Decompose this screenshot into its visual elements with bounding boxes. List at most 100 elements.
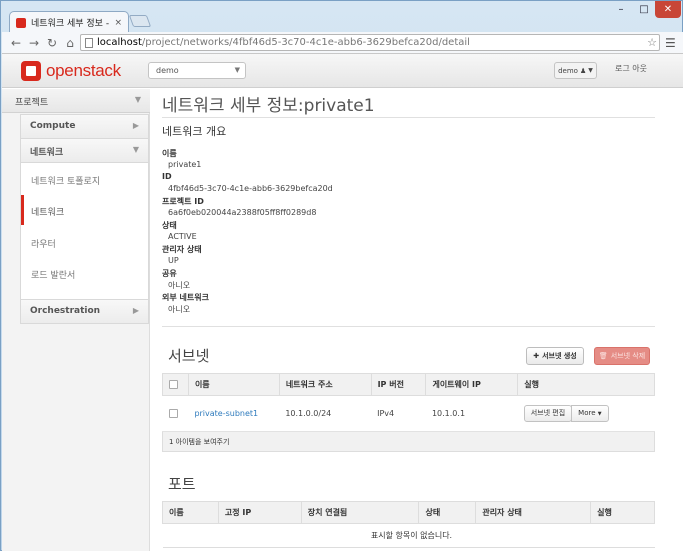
user-menu-button[interactable]: demo ♟ ▼ (554, 62, 597, 79)
more-actions-label: More (578, 409, 596, 417)
column-header: 실행 (590, 501, 655, 524)
sidebar-item-routers[interactable]: 라우터 (21, 227, 148, 257)
row-checkbox[interactable] (168, 409, 178, 418)
openstack-logo[interactable]: openstack (21, 61, 121, 81)
column-header[interactable]: IP 버전 (370, 373, 427, 396)
detail-term-status: 상태 (162, 221, 177, 230)
project-selector[interactable]: demo ▼ (148, 62, 246, 79)
detail-value-name: private1 (168, 160, 202, 169)
close-window-button[interactable]: ✕ (655, 1, 681, 18)
subnets-heading: 서브넷 (168, 347, 210, 365)
select-all-checkbox[interactable] (169, 380, 178, 389)
logo-text: openstack (46, 61, 121, 80)
item-count: 1 아이템을 보여주기 (162, 431, 655, 452)
browser-toolbar: ← → ↻ ⌂ localhost /project/networks/4fbf… (2, 32, 683, 54)
user-menu-label: demo (558, 66, 578, 75)
page-icon (85, 37, 93, 48)
create-subnet-button[interactable]: ✚ 서브넷 생성 (526, 347, 584, 365)
sidebar-project-label: 프로젝트 (15, 98, 49, 108)
detail-value-project-id: 6a6f0eb020044a2388f05ff8ff0289d8 (168, 208, 317, 217)
table-row: 표시할 항목이 없습니다. (162, 523, 655, 548)
chevron-down-icon: ▼ (588, 67, 593, 74)
detail-term-external: 외부 네트워크 (162, 293, 209, 302)
page-content: openstack demo ▼ demo ♟ ▼ 로그 아웃 프로젝트 ▼ C… (2, 54, 683, 551)
plus-icon: ✚ (533, 352, 540, 360)
delete-subnets-label: 서브넷 삭제 (610, 352, 646, 360)
project-selector-value: demo (156, 66, 179, 75)
subnet-cidr-cell: 10.1.0.0/24 (279, 395, 372, 432)
table-header-row: 이름 고정 IP 장치 연결됨 상태 관리자 상태 실행 (162, 501, 655, 524)
chevron-right-icon: ▶ (132, 121, 139, 130)
ports-heading: 포트 (168, 475, 196, 493)
detail-term-name: 이름 (162, 149, 177, 158)
new-tab-button[interactable] (128, 15, 152, 27)
trash-icon: 🗑 (598, 352, 608, 360)
detail-term-project-id: 프로젝트 ID (162, 197, 204, 206)
column-header[interactable]: 이름 (162, 501, 219, 524)
chevron-down-icon: ▼ (132, 145, 139, 154)
detail-term-admin-state: 관리자 상태 (162, 245, 202, 254)
delete-subnets-button[interactable]: 🗑 서브넷 삭제 (594, 347, 650, 365)
tab-bar: 네트워크 세부 정보 - Openstack × – □ ✕ (1, 1, 683, 33)
detail-value-shared: 아니오 (168, 281, 191, 290)
forward-arrow-icon[interactable]: → (26, 35, 42, 51)
maximize-button[interactable]: □ (633, 1, 655, 18)
sidebar-category-label: 네트워크 (30, 148, 64, 158)
detail-value-admin-state: UP (168, 256, 179, 265)
row-select-cell (162, 395, 189, 432)
sidebar-category-network[interactable]: 네트워크 ▼ (21, 139, 148, 163)
subnets-table: 이름 네트워크 주소 IP 버전 게이트웨이 IP 실행 private-sub… (162, 373, 655, 452)
openstack-favicon-icon (16, 17, 26, 28)
top-bar: openstack demo ▼ demo ♟ ▼ 로그 아웃 (2, 54, 683, 88)
subnet-name-cell: private-subnet1 (188, 395, 280, 432)
table-row: private-subnet1 10.1.0.0/24 IPv4 10.1.0.… (162, 395, 655, 432)
ports-table: 이름 고정 IP 장치 연결됨 상태 관리자 상태 실행 표시할 항목이 없습니… (162, 501, 655, 548)
sidebar-category-compute[interactable]: Compute ▶ (21, 115, 148, 139)
sidebar-item-network-topology[interactable]: 네트워크 토폴로지 (21, 164, 148, 194)
sidebar-category-label: Compute (30, 121, 76, 131)
overview-heading: 네트워크 개요 (162, 125, 227, 138)
address-bar[interactable]: localhost /project/networks/4fbf46d5-3c7… (80, 34, 660, 51)
sidebar-category-label: Orchestration (30, 306, 101, 316)
sidebar-item-networks[interactable]: 네트워크 (21, 195, 148, 225)
detail-value-status: ACTIVE (168, 232, 197, 241)
back-arrow-icon[interactable]: ← (8, 35, 24, 51)
reload-icon[interactable]: ↻ (44, 35, 60, 51)
tab-title: 네트워크 세부 정보 - Openstack (31, 19, 110, 29)
home-icon[interactable]: ⌂ (62, 35, 78, 51)
browser-window: 네트워크 세부 정보 - Openstack × – □ ✕ ← → ↻ ⌂ l… (0, 0, 683, 551)
detail-term-shared: 공유 (162, 269, 177, 278)
browser-tab[interactable]: 네트워크 세부 정보 - Openstack × (9, 11, 129, 33)
minimize-button[interactable]: – (609, 1, 633, 18)
column-header[interactable]: 상태 (418, 501, 477, 524)
subnet-actions-cell: 서브넷 편집 More ▼ (517, 395, 655, 432)
more-actions-button[interactable]: More ▼ (571, 405, 609, 422)
chevron-down-icon: ▼ (234, 66, 240, 74)
edit-subnet-button[interactable]: 서브넷 편집 (523, 405, 573, 422)
page-title: 네트워크 세부 정보:private1 (162, 96, 375, 116)
sidebar-project-header[interactable]: 프로젝트 ▼ (2, 89, 150, 113)
column-header[interactable]: 게이트웨이 IP (425, 373, 519, 396)
signout-link[interactable]: 로그 아웃 (615, 63, 647, 74)
sidebar: 프로젝트 ▼ Compute ▶ 네트워크 ▼ 네트워크 토폴로지 네트워크 라… (2, 89, 150, 551)
sidebar-category-orchestration[interactable]: Orchestration ▶ (21, 299, 148, 323)
column-header[interactable]: 네트워크 주소 (278, 373, 372, 396)
table-header-row: 이름 네트워크 주소 IP 버전 게이트웨이 IP 실행 (162, 373, 655, 396)
tab-close-icon[interactable]: × (114, 18, 122, 28)
column-header[interactable]: 고정 IP (217, 501, 302, 524)
chevron-right-icon: ▶ (132, 306, 139, 315)
url-path: /project/networks/4fbf46d5-3c70-4c1e-abb… (141, 37, 470, 48)
column-header[interactable]: 관리자 상태 (475, 501, 592, 524)
openstack-logo-icon (21, 61, 41, 81)
column-header[interactable]: 이름 (187, 373, 280, 396)
sidebar-panel: Compute ▶ 네트워크 ▼ 네트워크 토폴로지 네트워크 라우터 로드 발… (20, 114, 149, 324)
chevron-down-icon: ▼ (134, 95, 141, 104)
chevron-down-icon: ▼ (597, 411, 602, 417)
subnet-name-link[interactable]: private-subnet1 (194, 409, 258, 418)
column-header[interactable]: 장치 연결됨 (300, 501, 420, 524)
empty-message: 표시할 항목이 없습니다. (162, 523, 655, 548)
sidebar-item-load-balancers[interactable]: 로드 발란서 (21, 258, 148, 288)
browser-menu-icon[interactable]: ☰ (665, 36, 676, 50)
url-host: localhost (97, 37, 142, 48)
bookmark-star-icon[interactable]: ☆ (647, 35, 657, 50)
